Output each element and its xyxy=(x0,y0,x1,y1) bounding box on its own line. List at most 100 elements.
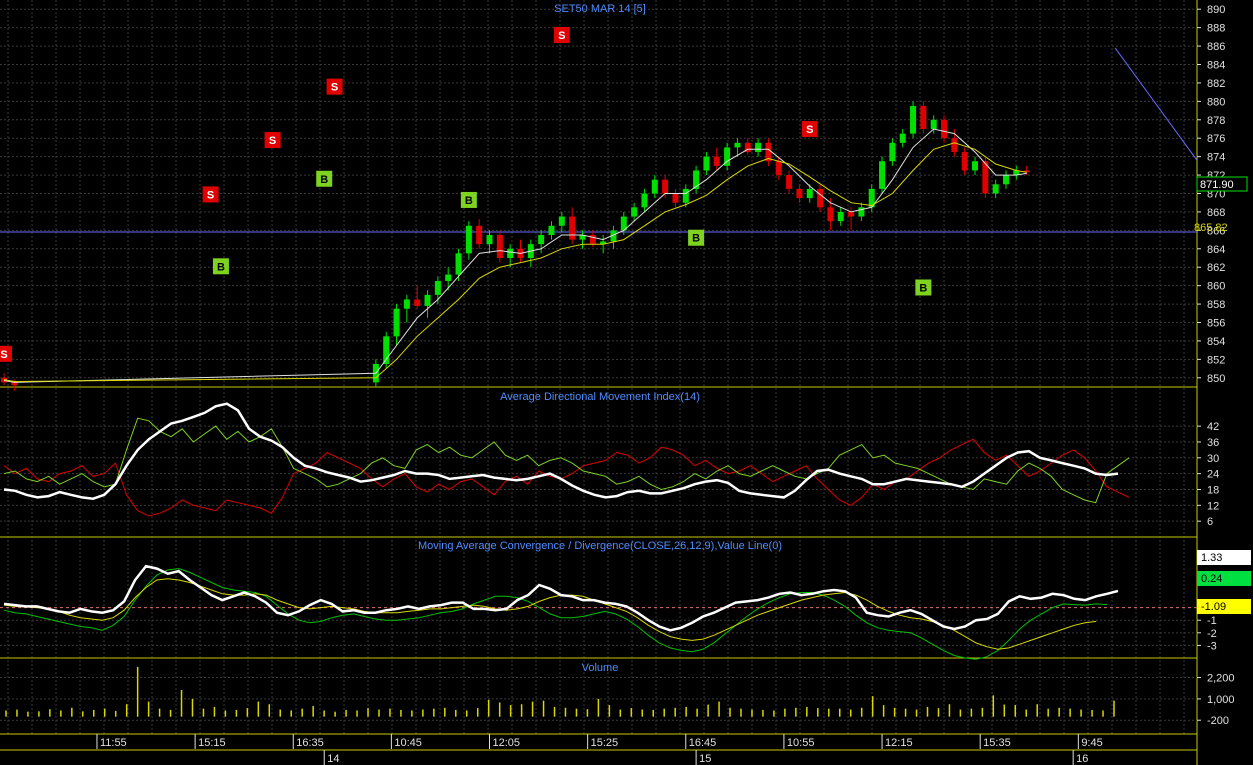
signal-marker-label: S xyxy=(269,135,276,147)
trading-chart[interactable]: SSBSBSBSBSB 8508528548568588608628648668… xyxy=(0,0,1253,765)
price-title: SET50 MAR 14 [5] xyxy=(554,3,646,15)
plus-di-line xyxy=(3,417,1130,504)
candle-body xyxy=(403,299,410,309)
candle-body xyxy=(558,216,565,226)
candle-body xyxy=(879,161,886,189)
candle-body xyxy=(476,225,483,245)
signal-marker-label: S xyxy=(806,124,813,136)
candle-body xyxy=(682,188,689,203)
date-tick-label: 14 xyxy=(327,753,339,765)
candle-body xyxy=(992,184,999,194)
price-tick-label: 884 xyxy=(1207,60,1225,72)
price-tick-label: 874 xyxy=(1207,152,1225,164)
signal-marker-label: S xyxy=(0,349,7,361)
price-tick-label: 850 xyxy=(1207,373,1225,385)
candle-body xyxy=(920,105,927,129)
price-tick-label: 886 xyxy=(1207,41,1225,53)
price-panel: S S B S B S B S B S B xyxy=(0,27,1198,391)
date-tick-label: 15 xyxy=(699,753,711,765)
candle-body xyxy=(507,248,514,258)
signal-marker-label: B xyxy=(320,174,328,186)
time-tick-label: 9:45 xyxy=(1081,737,1102,749)
volume-tick-label: 1,000 xyxy=(1207,694,1235,706)
hline-price-label: 865.82 xyxy=(1194,222,1228,234)
time-tick-label: 16:45 xyxy=(689,737,717,749)
time-tick-label: 12:15 xyxy=(885,737,913,749)
candle-body xyxy=(827,207,834,222)
grid-lines xyxy=(0,0,1198,765)
date-tick-label: 16 xyxy=(1076,753,1088,765)
price-tick-label: 888 xyxy=(1207,23,1225,35)
candle-body xyxy=(548,225,555,235)
candle-body xyxy=(631,207,638,217)
signal-marker-label: S xyxy=(558,30,565,42)
price-tick-label: 864 xyxy=(1207,244,1225,256)
candle-body xyxy=(538,234,545,245)
candle-body xyxy=(961,152,968,171)
macd-tick-label: -3 xyxy=(1207,640,1217,652)
price-tick-label: 854 xyxy=(1207,336,1225,348)
candle-body xyxy=(910,105,917,134)
price-tick-label: 868 xyxy=(1207,207,1225,219)
candle-body xyxy=(445,274,452,282)
volume-tick-label: 2,200 xyxy=(1207,673,1235,685)
price-tick-label: 852 xyxy=(1207,354,1225,366)
time-tick-label: 10:45 xyxy=(394,737,422,749)
fast-moving-average-line xyxy=(3,128,1027,383)
candle-body xyxy=(713,156,720,166)
price-tick-label: 858 xyxy=(1207,299,1225,311)
time-tick-label: 15:35 xyxy=(983,737,1011,749)
adx-title: Average Directional Movement Index(14) xyxy=(500,391,700,403)
volume-tick-label: -200 xyxy=(1207,715,1229,727)
time-tick-label: 10:55 xyxy=(787,737,815,749)
candle-body xyxy=(889,142,896,162)
candle-body xyxy=(455,253,462,275)
adx-tick-label: 30 xyxy=(1207,453,1219,465)
candle-body xyxy=(951,138,958,153)
time-tick-label: 15:15 xyxy=(198,737,226,749)
candle-body xyxy=(941,119,948,139)
candle-body xyxy=(848,211,855,217)
macd-value-label: 1.33 xyxy=(1201,552,1222,564)
adx-panel xyxy=(3,402,1130,517)
price-tick-label: 880 xyxy=(1207,96,1225,108)
candle-body xyxy=(734,142,741,148)
time-tick-label: 15:25 xyxy=(591,737,619,749)
candle-body xyxy=(796,188,803,199)
candle-body xyxy=(651,179,658,194)
macd-hist-value-label: 0.24 xyxy=(1201,573,1222,585)
adx-tick-label: 6 xyxy=(1207,516,1213,528)
adx-tick-label: 42 xyxy=(1207,421,1219,433)
candle-body xyxy=(434,281,441,295)
candle-body xyxy=(1003,175,1010,185)
adx-tick-label: 36 xyxy=(1207,437,1219,449)
candle-body xyxy=(930,119,937,129)
signal-marker-label: B xyxy=(692,233,700,245)
candle-body xyxy=(672,193,679,203)
candle-body xyxy=(775,161,782,176)
candle-body xyxy=(496,234,503,258)
candle-body xyxy=(424,294,431,306)
signal-marker-label: B xyxy=(217,261,225,273)
candle-body xyxy=(662,179,669,194)
macd-tick-label: -2 xyxy=(1207,628,1217,640)
candle-body xyxy=(972,161,979,171)
signal-marker-label: B xyxy=(465,195,473,207)
macd-tick-label: -1 xyxy=(1207,615,1217,627)
price-tick-label: 878 xyxy=(1207,115,1225,127)
candle-body xyxy=(465,225,472,254)
candle-body xyxy=(414,299,421,306)
candle-body xyxy=(806,188,813,199)
slow-moving-average-line xyxy=(3,142,1027,383)
signal-marker-label: B xyxy=(919,282,927,294)
adx-tick-label: 18 xyxy=(1207,484,1219,496)
macd-title: Moving Average Convergence / Divergence(… xyxy=(418,540,782,552)
candle-body xyxy=(569,216,576,240)
price-tick-label: 860 xyxy=(1207,281,1225,293)
candle-body xyxy=(486,234,493,245)
candle-body xyxy=(899,133,906,143)
right-price-axis: 8508528548568588608628648668688708728748… xyxy=(1197,4,1235,727)
last-price-tag: 871.90 xyxy=(1196,176,1248,192)
macd-signal-value-label: -1.09 xyxy=(1201,601,1226,613)
candle-body xyxy=(703,156,710,171)
